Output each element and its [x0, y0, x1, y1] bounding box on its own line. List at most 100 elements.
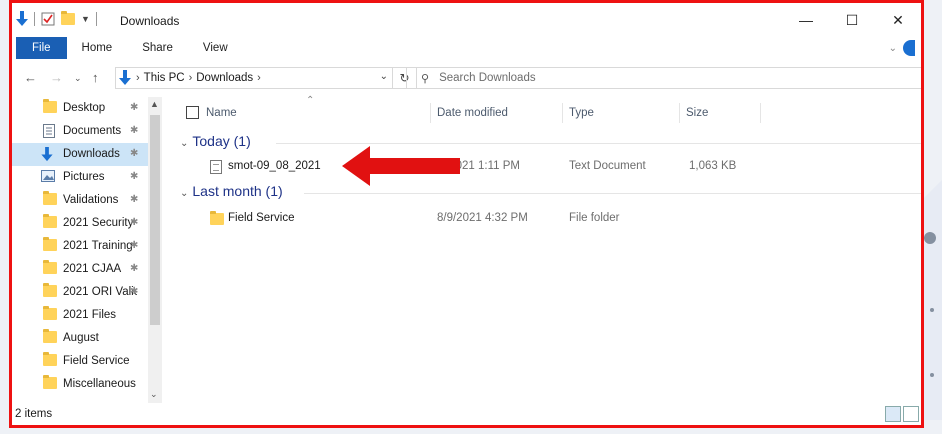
pin-icon[interactable]: ✱	[130, 286, 138, 297]
sidebar-item-label: 2021 ORI Valic	[63, 286, 137, 298]
scroll-thumb[interactable]	[150, 115, 160, 325]
scroll-up-icon[interactable]: ▲	[150, 99, 159, 109]
sidebar-item-2021-cjaa[interactable]: 2021 CJAA ✱	[12, 258, 148, 281]
sidebar-item-field-service[interactable]: Field Service	[12, 350, 148, 373]
collapse-chevron-icon[interactable]: ⌄	[180, 188, 188, 199]
maximize-button[interactable]: ☐	[829, 3, 875, 37]
file-type: File folder	[569, 212, 620, 224]
folder-icon	[43, 375, 57, 389]
group-last-month[interactable]: ⌄ Last month (1)	[180, 183, 921, 199]
details-view-icon[interactable]	[885, 406, 901, 422]
download-arrow-icon[interactable]	[16, 11, 28, 27]
tab-file[interactable]: File	[16, 37, 67, 59]
sidebar-item-august[interactable]: August	[12, 327, 148, 350]
sidebar-item-miscellaneous[interactable]: Miscellaneous	[12, 373, 148, 396]
large-icons-view-icon[interactable]	[903, 406, 919, 422]
sidebar-item-2021-security[interactable]: 2021 Security ✱	[12, 212, 148, 235]
sidebar-item-2021-ori[interactable]: 2021 ORI Valic ✱	[12, 281, 148, 304]
help-icon[interactable]	[903, 40, 915, 56]
new-folder-icon[interactable]	[61, 11, 75, 25]
sidebar-item-onedrive[interactable]	[12, 396, 148, 403]
recent-locations-icon[interactable]: ⌄	[74, 73, 82, 84]
pictures-icon	[41, 170, 55, 182]
pin-icon[interactable]: ✱	[130, 217, 138, 228]
tab-share[interactable]: Share	[127, 37, 188, 59]
sidebar-item-label: Validations	[63, 194, 119, 206]
collapse-chevron-icon[interactable]: ⌄	[180, 138, 188, 149]
window-controls: — ☐ ✕	[783, 3, 921, 37]
breadcrumb-this-pc[interactable]: This PC	[144, 72, 185, 84]
download-icon	[41, 147, 53, 162]
table-row[interactable]: Field Service 8/9/2021 4:32 PM File fold…	[162, 207, 921, 229]
folder-icon	[43, 283, 57, 297]
sidebar-item-validations[interactable]: Validations ✱	[12, 189, 148, 212]
pin-icon[interactable]: ✱	[130, 263, 138, 274]
item-count: 2 items	[15, 408, 53, 420]
column-divider[interactable]	[679, 103, 680, 123]
sidebar-item-label: Desktop	[63, 102, 106, 114]
pin-icon[interactable]: ✱	[130, 102, 138, 113]
sidebar-item-2021-training[interactable]: 2021 Training ✱	[12, 235, 148, 258]
column-header-name[interactable]: Name	[206, 107, 237, 119]
downloads-location-icon	[119, 70, 131, 85]
sort-ascending-icon: ⌃	[306, 95, 315, 106]
sidebar-item-label: Miscellaneous	[63, 378, 136, 390]
chevron-right-icon[interactable]: ›	[189, 72, 193, 84]
back-arrow-icon[interactable]: ←	[24, 70, 37, 85]
tab-home[interactable]: Home	[67, 37, 128, 59]
text-file-icon	[210, 160, 222, 174]
column-divider[interactable]	[562, 103, 563, 123]
file-name: Field Service	[228, 212, 295, 224]
nav-scrollbar[interactable]: ▲ ⌄	[148, 97, 162, 403]
forward-arrow-icon[interactable]: →	[50, 70, 63, 85]
sidebar-item-label: Field Service	[63, 355, 130, 367]
sidebar-item-desktop[interactable]: Desktop ✱	[12, 97, 148, 120]
select-all-checkbox[interactable]	[186, 106, 199, 119]
navigation-pane: Desktop ✱ Documents ✱ Downloads ✱ Pictur…	[12, 97, 162, 403]
properties-icon[interactable]	[41, 12, 55, 26]
sidebar-item-documents[interactable]: Documents ✱	[12, 120, 148, 143]
folder-icon	[43, 306, 57, 320]
quick-access-toolbar: ▼	[16, 11, 97, 27]
group-divider	[276, 143, 921, 144]
minimize-button[interactable]: —	[783, 3, 829, 37]
chevron-right-icon[interactable]: ›	[136, 72, 140, 84]
address-dropdown-icon[interactable]: ⌄	[380, 71, 388, 82]
close-button[interactable]: ✕	[875, 3, 921, 37]
sidebar-item-label: August	[63, 332, 99, 344]
file-explorer-window: ▼ Downloads — ☐ ✕ File Home Share View ⌄…	[9, 0, 924, 428]
table-row[interactable]: smot-09_08_2021 /2021 1:11 PM Text Docum…	[162, 155, 921, 177]
folder-icon	[43, 260, 57, 274]
breadcrumb-downloads[interactable]: Downloads	[196, 72, 253, 84]
search-box[interactable]: ⚲ Search Downloads	[406, 67, 921, 89]
group-today[interactable]: ⌄ Today (1)	[180, 133, 921, 149]
address-bar[interactable]: › This PC › Downloads › ⌄	[115, 67, 393, 89]
up-arrow-icon[interactable]: ↑	[92, 70, 99, 85]
pin-icon[interactable]: ✱	[130, 194, 138, 205]
expand-ribbon-icon[interactable]: ⌄	[889, 43, 897, 54]
sidebar-item-pictures[interactable]: Pictures ✱	[12, 166, 148, 189]
column-divider[interactable]	[760, 103, 761, 123]
file-type: Text Document	[569, 160, 646, 172]
file-date: 8/9/2021 4:32 PM	[437, 212, 528, 224]
status-bar: 2 items	[12, 403, 921, 425]
column-header-type[interactable]: Type	[569, 107, 594, 119]
folder-icon	[43, 99, 57, 113]
folder-icon	[43, 352, 57, 366]
qat-dropdown-icon[interactable]: ▼	[81, 14, 90, 24]
group-label: Today (1)	[192, 133, 251, 149]
column-header-size[interactable]: Size	[686, 107, 708, 119]
chevron-right-icon[interactable]: ›	[257, 72, 261, 84]
pin-icon[interactable]: ✱	[130, 171, 138, 182]
scroll-down-icon[interactable]: ⌄	[150, 389, 158, 400]
pin-icon[interactable]: ✱	[130, 240, 138, 251]
sidebar-item-2021-files[interactable]: 2021 Files	[12, 304, 148, 327]
sidebar-item-downloads[interactable]: Downloads ✱	[12, 143, 148, 166]
sidebar-item-label: Downloads	[63, 148, 120, 160]
column-header-date[interactable]: Date modified	[437, 107, 508, 119]
column-divider[interactable]	[430, 103, 431, 123]
search-input[interactable]: Search Downloads	[439, 72, 536, 84]
pin-icon[interactable]: ✱	[130, 148, 138, 159]
pin-icon[interactable]: ✱	[130, 125, 138, 136]
tab-view[interactable]: View	[188, 37, 243, 59]
